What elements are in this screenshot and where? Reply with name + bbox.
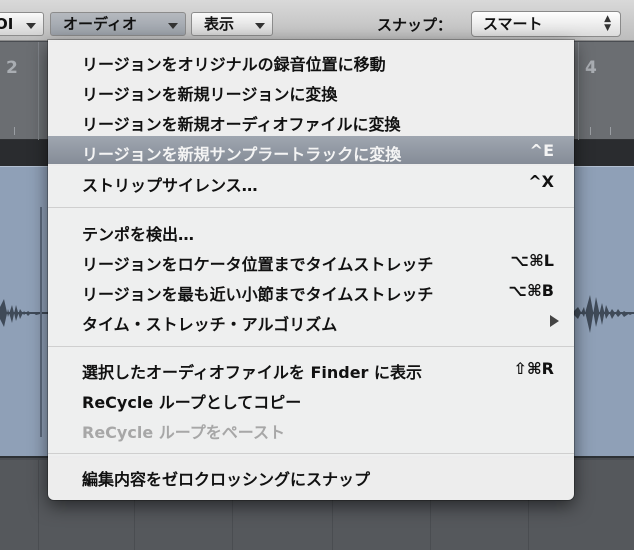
ruler-tick <box>590 127 591 135</box>
menu-item-label: リージョンを最も近い小節までタイムストレッチ <box>82 285 434 304</box>
menu-item-time-stretch-to-locators[interactable]: リージョンをロケータ位置までタイムストレッチ ⌥⌘L <box>48 246 574 274</box>
menu-item-label: ReCycle ループをペースト <box>82 423 285 442</box>
menu-item-shortcut: ^X <box>528 172 554 191</box>
chevron-down-icon <box>255 23 265 29</box>
grid-line <box>38 42 39 140</box>
menu-item-move-to-original-position[interactable]: リージョンをオリジナルの録音位置に移動 <box>48 46 574 74</box>
menu-item-label: ストリップサイレンス… <box>82 176 258 195</box>
menu-item-label: ReCycle ループとしてコピー <box>82 393 302 412</box>
menu-item-convert-to-new-regions[interactable]: リージョンを新規リージョンに変換 <box>48 76 574 104</box>
ruler-tick <box>610 127 611 135</box>
view-menu-button[interactable]: 表示 <box>191 12 273 36</box>
menu-item-copy-as-recycle-loop[interactable]: ReCycle ループとしてコピー <box>48 384 574 412</box>
menu-separator <box>48 346 574 347</box>
menu-separator <box>48 207 574 208</box>
menu-item-paste-recycle-loop: ReCycle ループをペースト <box>48 414 574 442</box>
menu-item-label: リージョンを新規リージョンに変換 <box>82 85 338 104</box>
ruler-tick <box>14 127 15 135</box>
menu-item-label: 選択したオーディオファイルを Finder に表示 <box>82 363 423 382</box>
chevron-down-icon <box>168 23 178 29</box>
snap-select[interactable]: スマート ▲ ▼ <box>471 11 621 37</box>
grid-line <box>38 460 39 550</box>
ruler-bar-number: 2 <box>6 58 18 78</box>
up-down-arrows-icon: ▲ ▼ <box>604 14 611 33</box>
audio-menu-button[interactable]: オーディオ <box>50 12 186 36</box>
snap-label: スナップ： <box>377 16 453 34</box>
grid-line <box>578 42 579 140</box>
audio-dropdown-menu: リージョンをオリジナルの録音位置に移動 リージョンを新規リージョンに変換 リージ… <box>48 40 574 500</box>
midi-menu-label: OI <box>0 15 14 33</box>
menu-item-label: タイム・ストレッチ・アルゴリズム <box>82 315 338 334</box>
menu-separator <box>48 453 574 454</box>
audio-menu-label: オーディオ <box>63 15 137 33</box>
chevron-down-icon <box>26 23 36 29</box>
menu-item-label: テンポを検出… <box>82 225 195 244</box>
menu-item-convert-to-new-sampler-track[interactable]: リージョンを新規サンプラートラックに変換 ^E <box>48 136 574 164</box>
menu-item-label: リージョンを新規オーディオファイルに変換 <box>82 115 401 134</box>
menu-item-label: 編集内容をゼロクロッシングにスナップ <box>82 470 371 489</box>
toolbar: OI オーディオ 表示 スナップ： スマート ▲ ▼ <box>0 0 634 41</box>
midi-menu-button[interactable]: OI <box>0 12 44 36</box>
view-menu-label: 表示 <box>204 15 235 33</box>
menu-item-label: リージョンをロケータ位置までタイムストレッチ <box>82 255 434 274</box>
menu-item-convert-to-new-audio-files[interactable]: リージョンを新規オーディオファイルに変換 <box>48 106 574 134</box>
ruler-bar-number: 4 <box>585 58 597 78</box>
menu-item-label: リージョンをオリジナルの録音位置に移動 <box>82 55 386 74</box>
menu-item-detect-tempo[interactable]: テンポを検出… <box>48 216 574 244</box>
submenu-arrow-icon <box>550 315 559 327</box>
menu-item-show-in-finder[interactable]: 選択したオーディオファイルを Finder に表示 ⇧⌘R <box>48 354 574 382</box>
menu-item-shortcut: ⌥⌘L <box>510 251 554 270</box>
menu-item-label: リージョンを新規サンプラートラックに変換 <box>82 145 402 164</box>
snap-value: スマート <box>483 15 543 33</box>
menu-item-shortcut: ^E <box>529 141 554 160</box>
menu-item-snap-edits-to-zero-crossings[interactable]: 編集内容をゼロクロッシングにスナップ <box>48 461 574 489</box>
menu-item-time-stretch-algorithm[interactable]: タイム・ストレッチ・アルゴリズム <box>48 306 574 334</box>
menu-item-time-stretch-to-nearest-bar[interactable]: リージョンを最も近い小節までタイムストレッチ ⌥⌘B <box>48 276 574 304</box>
menu-item-strip-silence[interactable]: ストリップサイレンス… ^X <box>48 167 574 195</box>
menu-item-shortcut: ⇧⌘R <box>513 359 554 378</box>
menu-item-shortcut: ⌥⌘B <box>508 281 554 300</box>
